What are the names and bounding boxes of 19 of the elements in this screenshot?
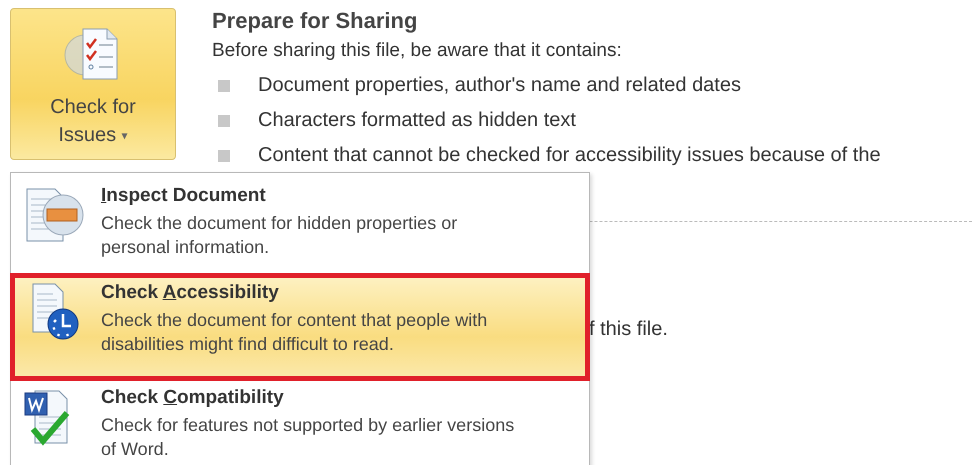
menu-item-title: Check Compatibility [101,387,285,409]
menu-item[interactable]: Check Compatibility Check for features not supported by earlier versions of Word. [11,381,589,465]
menu-item-description: Check the document for content that people with disabilities might find difficult to read. [101,309,488,356]
bullet-text: Document properties, author's name and related dates [258,74,741,97]
bullet-icon [218,80,230,92]
bullet-icon [218,114,230,126]
menu-item-description: Check for features not supported by earlier versions of Word. [101,414,516,461]
check-for-issues-button[interactable]: Check for Issues ▾ [10,8,176,160]
bullet-icon [218,150,230,162]
menu-item-title: Inspect Document [101,185,267,207]
description-text: f this file. [589,318,668,341]
section-title: Prepare for Sharing [212,8,418,34]
bullet-text: Characters formatted as hidden text [258,109,576,132]
menu-item[interactable]: Inspect Document Check the document for hidden properties or personal information. [11,179,589,273]
menu-item-description: Check the document for hidden properties or personal information. [101,212,458,259]
intro-text: Before sharing this file, be aware that it contains: [212,40,623,62]
menu-item[interactable]: Check Accessibility Check the document for content that people with disabilities might find difficult to read. [10,273,590,381]
menu-item-title: Check Accessibility [101,282,280,304]
bullet-text: Content that cannot be checked for accessibility issues because of the [258,144,881,167]
